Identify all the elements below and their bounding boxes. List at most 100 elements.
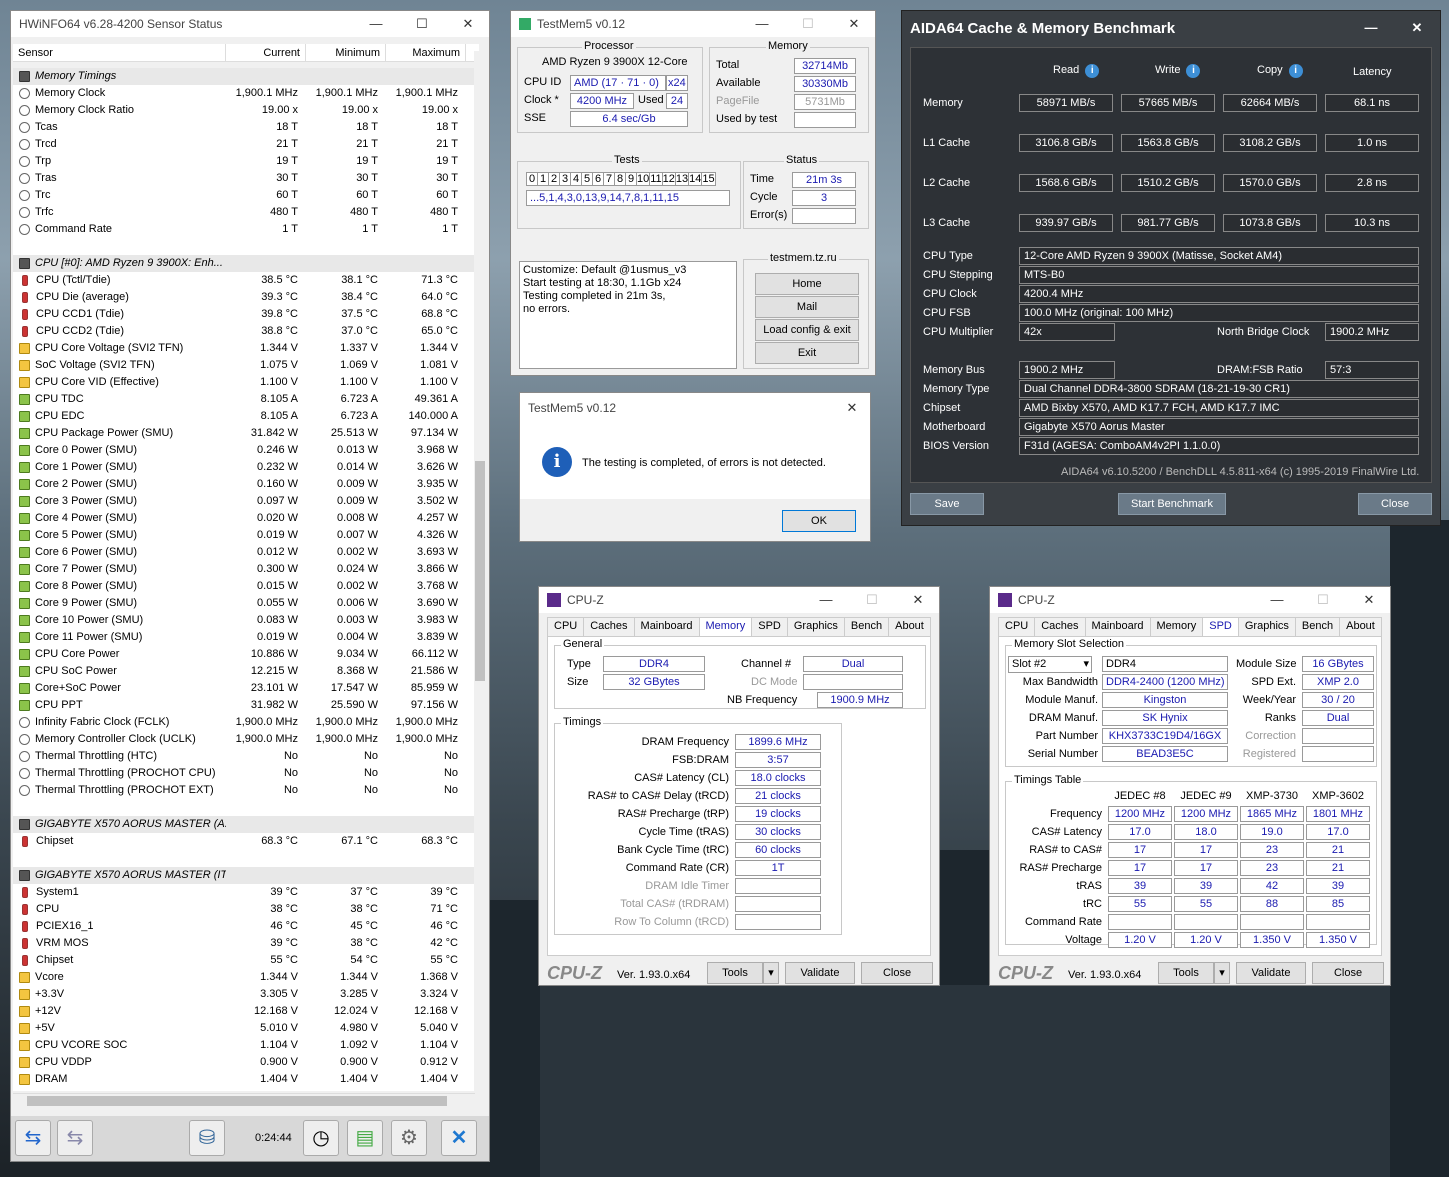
minimize-icon[interactable]: — [739, 11, 785, 37]
sensor-row[interactable]: CPU Die (average) 39.3 °C 38.4 °C 64.0 °C [13, 289, 479, 306]
col-current[interactable]: Current [226, 44, 306, 61]
slot-select[interactable]: Slot #2 ▾ [1008, 656, 1092, 673]
sensor-row[interactable]: Trc 60 T 60 T 60 T [13, 187, 479, 204]
sensor-row[interactable]: Memory Clock Ratio 19.00 x 19.00 x 19.00 x [13, 102, 479, 119]
minimize-icon[interactable]: — [353, 11, 399, 37]
hscroll-thumb[interactable] [27, 1096, 447, 1106]
sensor-row[interactable]: CPU EDC 8.105 A 6.723 A 140.000 A [13, 408, 479, 425]
sensor-row[interactable]: Core+SoC Power 23.101 W 17.547 W 85.959 W [13, 680, 479, 697]
sensor-row[interactable]: CPU VCORE SOC 1.104 V 1.092 V 1.104 V [13, 1037, 479, 1054]
testmem-titlebar[interactable]: TestMem5 v0.12 — ☐ ✕ [511, 11, 875, 37]
sensor-row[interactable]: Core 4 Power (SMU) 0.020 W 0.008 W 4.257 W [13, 510, 479, 527]
start-benchmark-button[interactable]: Start Benchmark [1118, 493, 1226, 515]
tab-spd[interactable]: SPD [751, 617, 788, 637]
sensor-row[interactable]: Command Rate 1 T 1 T 1 T [13, 221, 479, 238]
ok-button[interactable]: OK [782, 510, 856, 532]
horizontal-scrollbar[interactable] [13, 1093, 475, 1107]
sensor-row[interactable]: CPU VDDP 0.900 V 0.900 V 0.912 V [13, 1054, 479, 1071]
sensor-row[interactable]: CPU CCD1 (Tdie) 39.8 °C 37.5 °C 68.8 °C [13, 306, 479, 323]
sensor-row[interactable]: +3.3V 3.305 V 3.285 V 3.324 V [13, 986, 479, 1003]
sensor-row[interactable]: Thermal Throttling (PROCHOT EXT) No No No [13, 782, 479, 799]
vertical-scrollbar[interactable] [474, 51, 486, 1093]
sensor-row[interactable]: Core 1 Power (SMU) 0.232 W 0.014 W 3.626 W [13, 459, 479, 476]
exit-button[interactable]: Exit [755, 342, 859, 364]
sensor-row[interactable]: CPU TDC 8.105 A 6.723 A 49.361 A [13, 391, 479, 408]
info-icon[interactable]: i [1186, 64, 1201, 78]
col-sensor[interactable]: Sensor [13, 44, 226, 61]
sensor-row[interactable]: Tras 30 T 30 T 30 T [13, 170, 479, 187]
sensor-row[interactable]: PCIEX16_1 46 °C 45 °C 46 °C [13, 918, 479, 935]
tools-button[interactable]: Tools [707, 962, 763, 984]
sensor-row[interactable]: Core 7 Power (SMU) 0.300 W 0.024 W 3.866 W [13, 561, 479, 578]
mail-button[interactable]: Mail [755, 296, 859, 318]
nav-arrows-icon[interactable]: ⇆ [15, 1120, 51, 1156]
sensor-row[interactable]: +5V 5.010 V 4.980 V 5.040 V [13, 1020, 479, 1037]
sensor-row[interactable]: CPU (Tctl/Tdie) 38.5 °C 38.1 °C 71.3 °C [13, 272, 479, 289]
sensor-row[interactable]: Core 3 Power (SMU) 0.097 W 0.009 W 3.502 W [13, 493, 479, 510]
close-icon[interactable]: ✕ [445, 11, 489, 37]
close-button[interactable]: Close [861, 962, 933, 984]
sensor-row[interactable]: Core 11 Power (SMU) 0.019 W 0.004 W 3.839 W [13, 629, 479, 646]
tab-caches[interactable]: Caches [1034, 617, 1086, 637]
sensor-group-header[interactable]: GIGABYTE X570 AORUS MASTER (A... [13, 816, 479, 833]
sensor-row[interactable]: System1 39 °C 37 °C 39 °C [13, 884, 479, 901]
tab-caches[interactable]: Caches [583, 617, 635, 637]
report-icon[interactable]: ▤ [347, 1120, 383, 1156]
aida-close-button[interactable]: Close [1358, 493, 1432, 515]
minimize-icon[interactable]: — [803, 587, 849, 613]
col-minimum[interactable]: Minimum [306, 44, 386, 61]
tab-about[interactable]: About [1339, 617, 1382, 637]
tools-button[interactable]: Tools [1158, 962, 1214, 984]
aida-titlebar[interactable]: AIDA64 Cache & Memory Benchmark — ✕ [902, 11, 1440, 45]
sensor-group-header[interactable]: CPU [#0]: AMD Ryzen 9 3900X: Enh... [13, 255, 479, 272]
close-icon[interactable]: ✕ [895, 587, 939, 613]
close-button[interactable]: Close [1312, 962, 1384, 984]
col-maximum[interactable]: Maximum [386, 44, 466, 61]
minimize-icon[interactable]: — [1348, 11, 1394, 37]
tools-dropdown-icon[interactable]: ▾ [1214, 962, 1230, 984]
scroll-thumb[interactable] [475, 461, 485, 681]
tab-mainboard[interactable]: Mainboard [633, 617, 700, 637]
tools-dropdown-icon[interactable]: ▾ [763, 962, 779, 984]
sensor-row[interactable]: Core 0 Power (SMU) 0.246 W 0.013 W 3.968 W [13, 442, 479, 459]
sensor-group-header[interactable]: GIGABYTE X570 AORUS MASTER (IT... [13, 867, 479, 884]
tab-graphics[interactable]: Graphics [1237, 617, 1296, 637]
validate-button[interactable]: Validate [785, 962, 855, 984]
maximize-icon[interactable]: ☐ [399, 11, 445, 37]
sensor-row[interactable]: CPU Core Voltage (SVI2 TFN) 1.344 V 1.337 … [13, 340, 479, 357]
load-config-exit-button[interactable]: Load config & exit [755, 319, 859, 341]
sensor-row[interactable]: Memory Controller Clock (UCLK) 1,900.0 MH… [13, 731, 479, 748]
sensor-row[interactable]: VRM MOS 39 °C 38 °C 42 °C [13, 935, 479, 952]
sensor-row[interactable]: CPU CCD2 (Tdie) 38.8 °C 37.0 °C 65.0 °C [13, 323, 479, 340]
sensor-row[interactable]: Infinity Fabric Clock (FCLK) 1,900.0 MHz 1… [13, 714, 479, 731]
close-icon[interactable]: ✕ [832, 393, 870, 419]
sensor-row[interactable]: Vcore 1.344 V 1.344 V 1.368 V [13, 969, 479, 986]
dialog-titlebar[interactable]: TestMem5 v0.12 ✕ [520, 393, 870, 423]
tab-bench[interactable]: Bench [1294, 617, 1341, 637]
tab-cpu[interactable]: CPU [547, 617, 585, 637]
close-icon[interactable]: ✕ [1394, 11, 1440, 37]
sensor-row[interactable]: +12V 12.168 V 12.024 V 12.168 V [13, 1003, 479, 1020]
sensor-row[interactable]: CPU SoC Power 12.215 W 8.368 W 21.586 W [13, 663, 479, 680]
cpuz2-titlebar[interactable]: CPU-Z — ☐ ✕ [990, 587, 1390, 613]
sensor-row[interactable]: Chipset 68.3 °C 67.1 °C 68.3 °C [13, 833, 479, 850]
save-button[interactable]: Save [910, 493, 984, 515]
sensor-row[interactable]: Core 8 Power (SMU) 0.015 W 0.002 W 3.768 W [13, 578, 479, 595]
info-icon[interactable]: i [1288, 64, 1303, 78]
sensor-row[interactable]: CPU 38 °C 38 °C 71 °C [13, 901, 479, 918]
sensor-row[interactable]: SoC Voltage (SVI2 TFN) 1.075 V 1.069 V 1.08… [13, 357, 479, 374]
sensor-group-header[interactable]: Memory Timings [13, 68, 479, 85]
tab-about[interactable]: About [888, 617, 931, 637]
validate-button[interactable]: Validate [1236, 962, 1306, 984]
sensor-row[interactable]: CPU Core VID (Effective) 1.100 V 1.100 V 1.… [13, 374, 479, 391]
sensor-row[interactable]: Thermal Throttling (HTC) No No No [13, 748, 479, 765]
clock-icon[interactable]: ◷ [303, 1120, 339, 1156]
sensor-row[interactable]: Core 10 Power (SMU) 0.083 W 0.003 W 3.983 W [13, 612, 479, 629]
tab-memory[interactable]: Memory [698, 617, 753, 637]
sensor-row[interactable]: Trp 19 T 19 T 19 T [13, 153, 479, 170]
settings-gear-icon[interactable]: ⚙ [391, 1120, 427, 1156]
sensor-row[interactable]: Core 9 Power (SMU) 0.055 W 0.006 W 3.690 W [13, 595, 479, 612]
tab-bench[interactable]: Bench [843, 617, 890, 637]
sensor-row[interactable]: Core 2 Power (SMU) 0.160 W 0.009 W 3.935 W [13, 476, 479, 493]
sensor-row[interactable]: CPU Package Power (SMU) 31.842 W 25.513 W 9… [13, 425, 479, 442]
